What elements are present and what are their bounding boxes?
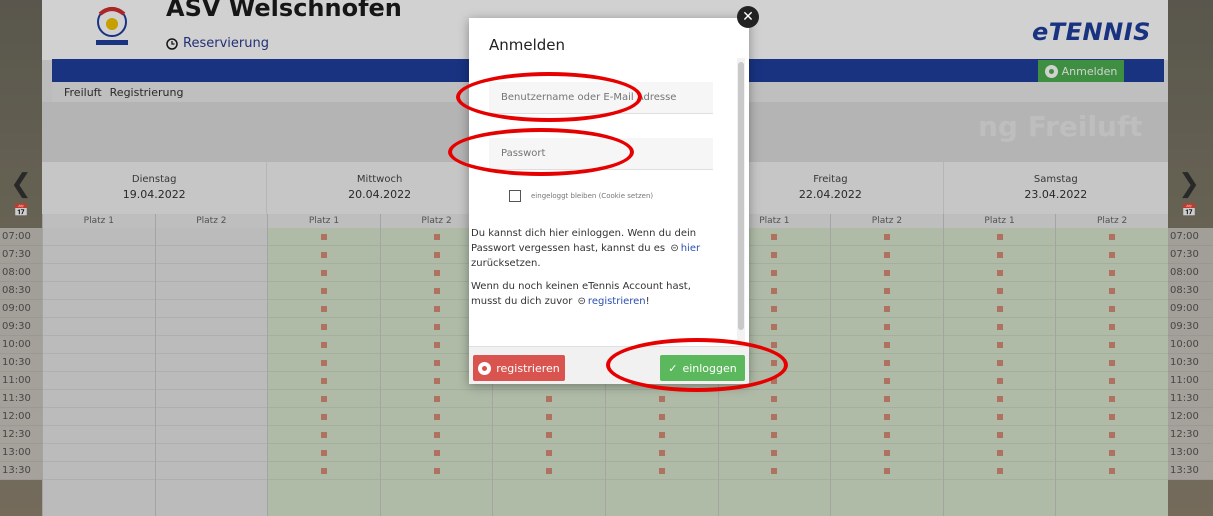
remember-row: eingeloggt bleiben (Cookie setzen) [509, 190, 653, 202]
close-icon[interactable]: ✕ [737, 6, 759, 28]
user-icon [478, 361, 492, 375]
login-modal: Anmelden eingeloggt bleiben (Cookie setz… [469, 18, 749, 384]
password-field[interactable] [489, 138, 713, 170]
register-button[interactable]: registrieren [473, 355, 565, 381]
login-button[interactable]: ✓ einloggen [660, 355, 745, 381]
password-input[interactable] [501, 148, 713, 159]
remember-checkbox[interactable] [509, 190, 521, 202]
reset-password-link[interactable]: hier [681, 243, 700, 254]
username-field[interactable] [489, 82, 713, 114]
link-icon: ⊝ [577, 296, 586, 307]
username-input[interactable] [501, 92, 713, 103]
modal-title: Anmelden [489, 36, 566, 54]
page: ASV Welschnofen Reservierung eTENNIS Anm… [0, 0, 1213, 516]
modal-footer: registrieren ✓ einloggen [469, 346, 749, 384]
link-icon: ⊝ [670, 243, 679, 254]
help-paragraph-reset: Du kannst dich hier einloggen. Wenn du d… [471, 228, 701, 269]
checkmark-icon: ✓ [668, 361, 678, 375]
help-text: Du kannst dich hier einloggen. Wenn du d… [471, 226, 711, 317]
modal-scroll-thumb[interactable] [738, 62, 744, 330]
remember-label: eingeloggt bleiben (Cookie setzen) [531, 192, 654, 200]
help-paragraph-register: Wenn du noch keinen eTennis Account hast… [471, 281, 691, 307]
register-link[interactable]: registrieren [588, 296, 646, 307]
